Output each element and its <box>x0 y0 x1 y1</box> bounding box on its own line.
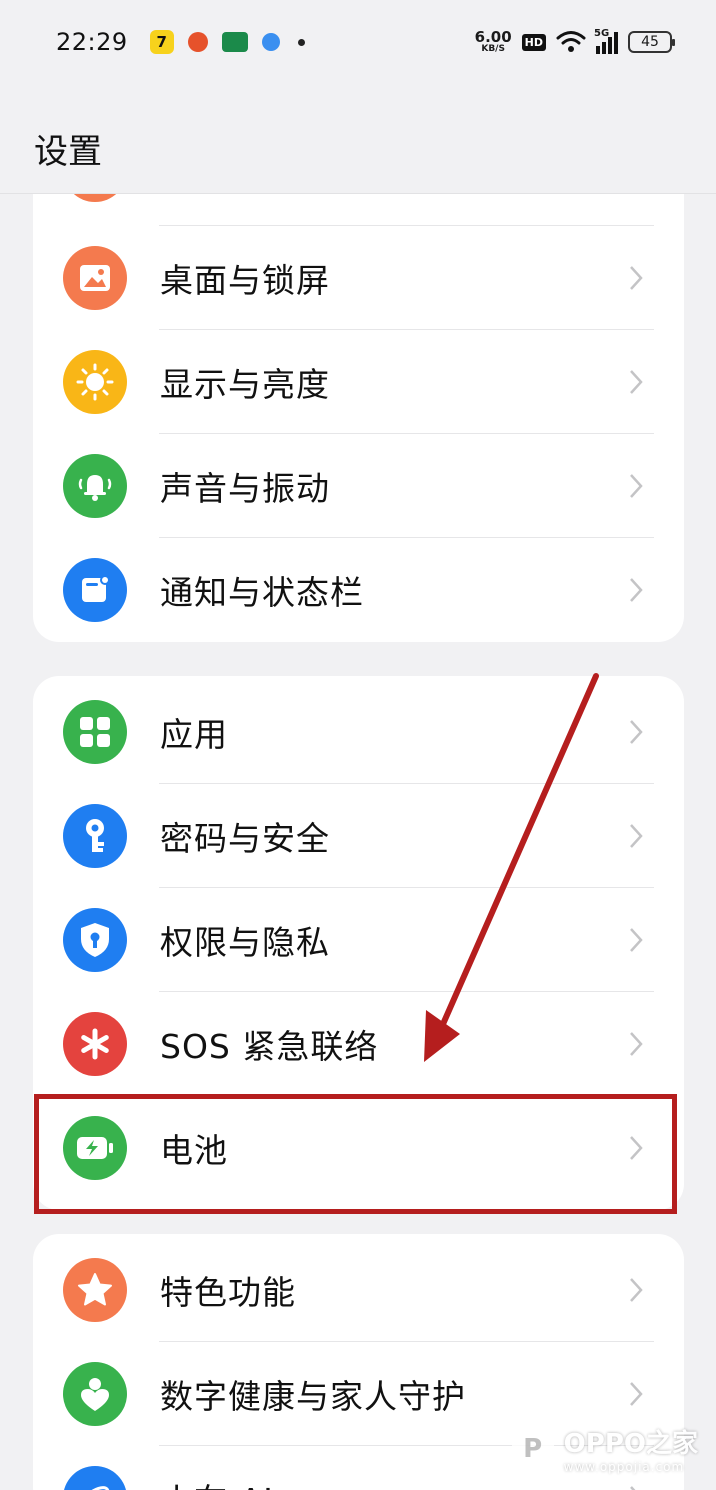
settings-item-label: SOS 紧急联络 <box>160 1027 379 1066</box>
chevron-right-icon <box>626 821 646 851</box>
cell-signal-icon: 5G <box>594 28 618 54</box>
net-speed-unit: KB/S <box>481 44 505 54</box>
settings-item-label: 桌面与锁屏 <box>160 261 330 300</box>
chevron-right-icon <box>626 471 646 501</box>
watermark: P OPPO之家 www.oppojia.com <box>511 1423 698 1474</box>
settings-item-label: 通知与状态栏 <box>160 573 364 612</box>
apps-icon <box>63 700 127 764</box>
settings-item-sound[interactable]: 声音与振动 <box>33 434 684 538</box>
chevron-right-icon <box>626 1483 646 1490</box>
settings-item-label: 密码与安全 <box>160 819 330 858</box>
battery-highlight-box <box>34 1094 677 1214</box>
status-bar: 22:29 7 6.00 KB/S HD 5G 45 <box>0 0 716 84</box>
settings-item-label: 小布 AI <box>160 1474 274 1490</box>
ai-icon <box>63 1466 127 1490</box>
settings-item-label: 声音与振动 <box>160 469 330 508</box>
settings-item-label: 应用 <box>160 715 228 754</box>
settings-item-label: 特色功能 <box>160 1273 296 1312</box>
settings-item-wallpaper[interactable]: 桌面与锁屏 <box>33 226 684 330</box>
status-right: 6.00 KB/S HD 5G 45 <box>475 28 675 54</box>
wellbeing-icon <box>63 1362 127 1426</box>
chevron-right-icon <box>626 925 646 955</box>
more-notifications-dot <box>297 38 305 46</box>
battery-indicator: 45 <box>628 31 675 53</box>
watermark-text: OPPO之家 <box>563 1429 698 1459</box>
page-title: 设置 <box>34 132 102 172</box>
bell-icon <box>63 454 127 518</box>
star-icon <box>63 1258 127 1322</box>
wifi-icon <box>556 31 586 52</box>
settings-item-display[interactable]: 显示与亮度 <box>33 330 684 434</box>
brightness-icon <box>63 350 127 414</box>
key-icon <box>63 804 127 868</box>
notification-icon <box>63 558 127 622</box>
settings-item-features[interactable]: 特色功能 <box>33 1238 684 1342</box>
status-time: 22:29 <box>56 28 128 56</box>
watermark-url: www.oppojia.com <box>563 1460 685 1474</box>
net-speed-value: 6.00 <box>474 28 512 46</box>
app-orange-icon <box>187 32 208 52</box>
settings-item-sos[interactable]: SOS 紧急联络 <box>33 992 684 1096</box>
chevron-right-icon <box>626 263 646 293</box>
chevron-right-icon <box>626 367 646 397</box>
wallpaper-icon <box>63 246 127 310</box>
battery-level: 45 <box>641 34 659 50</box>
chevron-right-icon <box>626 1379 646 1409</box>
hd-badge: HD <box>521 33 546 51</box>
chevron-right-icon <box>626 1029 646 1059</box>
net-speed: 6.00 KB/S <box>475 30 512 54</box>
settings-card-1: 桌面与锁屏 显示与亮度 声音与振动 通知与状态栏 <box>33 160 684 642</box>
settings-item-label: 权限与隐私 <box>160 923 330 962</box>
sos-icon <box>63 1012 127 1076</box>
app-blue-icon <box>261 33 280 51</box>
settings-header: 设置 <box>0 84 716 194</box>
settings-item-label: 数字健康与家人守护 <box>160 1377 466 1416</box>
settings-item-privacy[interactable]: 权限与隐私 <box>33 888 684 992</box>
watermark-logo-icon: P <box>511 1424 554 1473</box>
chevron-right-icon <box>626 717 646 747</box>
chevron-right-icon <box>626 575 646 605</box>
signal-label: 5G <box>594 28 610 39</box>
app-7-icon: 7 <box>149 30 174 54</box>
shield-icon <box>63 908 127 972</box>
oppo-app-icon <box>221 32 248 52</box>
notification-icons: 7 <box>149 30 305 54</box>
settings-item-label: 显示与亮度 <box>160 365 330 404</box>
settings-item-password-security[interactable]: 密码与安全 <box>33 784 684 888</box>
settings-item-notifications[interactable]: 通知与状态栏 <box>33 538 684 642</box>
settings-item-apps[interactable]: 应用 <box>33 680 684 784</box>
chevron-right-icon <box>626 1275 646 1305</box>
